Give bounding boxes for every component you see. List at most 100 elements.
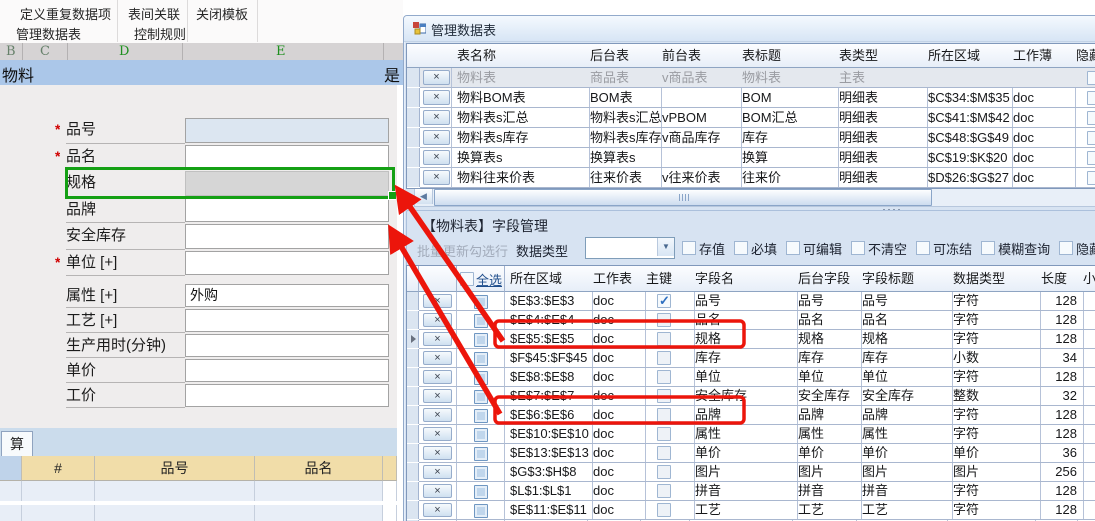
scrollbar-thumb[interactable] bbox=[434, 189, 932, 206]
field-row[interactable]: × bbox=[419, 444, 457, 463]
primary-key-checkbox[interactable] bbox=[657, 389, 671, 403]
delete-field-button[interactable]: × bbox=[423, 294, 452, 308]
row-select-checkbox[interactable] bbox=[474, 295, 488, 309]
form-field-input[interactable] bbox=[185, 384, 389, 407]
primary-key-checkbox[interactable] bbox=[657, 446, 671, 460]
delete-field-button[interactable]: × bbox=[423, 351, 452, 365]
batch-update-link[interactable]: 批量更新勾选行 bbox=[417, 241, 508, 260]
field-row[interactable]: × bbox=[419, 311, 457, 330]
form-field-input[interactable] bbox=[185, 359, 389, 382]
menu-item[interactable]: 控制规则 bbox=[134, 24, 186, 43]
form-field-input[interactable] bbox=[185, 145, 389, 170]
table-row[interactable]: × bbox=[420, 108, 452, 128]
subtable-empty-cell[interactable] bbox=[383, 481, 397, 501]
field-row[interactable]: × bbox=[419, 368, 457, 387]
primary-key-checkbox[interactable] bbox=[657, 313, 671, 327]
row-select-checkbox[interactable] bbox=[474, 371, 488, 385]
form-field-input[interactable] bbox=[185, 309, 389, 332]
checkbox-icon[interactable] bbox=[916, 241, 930, 255]
row-select-checkbox[interactable] bbox=[474, 447, 488, 461]
delete-field-button[interactable]: × bbox=[423, 370, 452, 384]
row-select-checkbox[interactable] bbox=[474, 409, 488, 423]
delete-row-button[interactable]: × bbox=[423, 90, 450, 105]
hidden-checkbox[interactable] bbox=[1087, 91, 1095, 105]
primary-key-checkbox[interactable] bbox=[657, 351, 671, 365]
subtable-tab[interactable]: 算 bbox=[1, 431, 33, 457]
primary-key-checkbox[interactable] bbox=[657, 294, 671, 308]
field-row[interactable]: × bbox=[419, 482, 457, 501]
delete-field-button[interactable]: × bbox=[423, 484, 452, 498]
dropdown-arrow-icon[interactable]: ▼ bbox=[657, 238, 674, 256]
select-all-checkbox[interactable] bbox=[460, 272, 474, 286]
checkbox-icon[interactable] bbox=[1059, 241, 1073, 255]
field-row[interactable]: × bbox=[419, 349, 457, 368]
row-select-checkbox[interactable] bbox=[474, 504, 488, 518]
delete-field-button[interactable]: × bbox=[423, 427, 452, 441]
hidden-checkbox[interactable] bbox=[1087, 131, 1095, 145]
option-checkbox-group[interactable]: 隐藏摘要 bbox=[1059, 239, 1095, 258]
horizontal-scrollbar[interactable]: ◀ bbox=[414, 188, 1095, 207]
select-all-link[interactable]: 全选 bbox=[476, 270, 502, 289]
option-checkbox-group[interactable]: 模糊查询 bbox=[981, 239, 1050, 258]
select-all-header[interactable]: 全选 bbox=[457, 266, 505, 292]
option-checkbox-group[interactable]: 可编辑 bbox=[786, 239, 842, 258]
form-field-input[interactable] bbox=[185, 334, 389, 357]
delete-row-button[interactable]: × bbox=[423, 150, 450, 165]
hidden-checkbox[interactable] bbox=[1087, 171, 1095, 185]
subtable-empty-cell[interactable] bbox=[0, 505, 22, 521]
row-select-checkbox[interactable] bbox=[474, 314, 488, 328]
subtable-empty-cell[interactable] bbox=[95, 481, 255, 501]
subtable-empty-cell[interactable] bbox=[383, 505, 397, 521]
primary-key-checkbox[interactable] bbox=[657, 370, 671, 384]
subtable-empty-cell[interactable] bbox=[0, 481, 22, 501]
primary-key-checkbox[interactable] bbox=[657, 465, 671, 479]
hidden-checkbox[interactable] bbox=[1087, 151, 1095, 165]
option-checkbox-group[interactable]: 可冻结 bbox=[916, 239, 972, 258]
column-letter[interactable]: C bbox=[40, 44, 50, 59]
menu-item[interactable]: 定义重复数据项 bbox=[20, 4, 111, 23]
subtable-empty-cell[interactable] bbox=[255, 481, 383, 501]
delete-field-button[interactable]: × bbox=[423, 446, 452, 460]
delete-field-button[interactable]: × bbox=[423, 313, 452, 327]
column-letter[interactable]: B bbox=[6, 44, 16, 59]
form-field-input[interactable] bbox=[185, 198, 389, 223]
delete-row-button[interactable]: × bbox=[423, 130, 450, 145]
subtable-empty-cell[interactable] bbox=[95, 505, 255, 521]
window-titlebar[interactable]: 管理数据表 bbox=[404, 16, 1095, 42]
checkbox-icon[interactable] bbox=[851, 241, 865, 255]
hidden-checkbox[interactable] bbox=[1087, 71, 1095, 85]
form-field-input[interactable] bbox=[185, 251, 389, 276]
menu-item[interactable]: 管理数据表 bbox=[16, 24, 81, 43]
form-field-input[interactable] bbox=[185, 118, 389, 143]
primary-key-checkbox[interactable] bbox=[657, 408, 671, 422]
field-row[interactable]: × bbox=[419, 463, 457, 482]
option-checkbox-group[interactable]: 存值 bbox=[682, 239, 725, 258]
primary-key-checkbox[interactable] bbox=[657, 427, 671, 441]
column-letter[interactable]: D bbox=[119, 44, 129, 59]
field-row[interactable]: × bbox=[419, 501, 457, 520]
field-row[interactable]: × bbox=[419, 406, 457, 425]
field-row[interactable]: × bbox=[419, 330, 457, 349]
delete-row-button[interactable]: × bbox=[423, 110, 450, 125]
excel-fill-handle[interactable] bbox=[388, 191, 397, 200]
row-select-checkbox[interactable] bbox=[474, 485, 488, 499]
menu-item[interactable]: 关闭模板 bbox=[196, 4, 248, 23]
subtable-empty-cell[interactable] bbox=[22, 481, 95, 501]
delete-row-button[interactable]: × bbox=[423, 70, 450, 85]
column-letter[interactable]: E bbox=[276, 44, 286, 59]
delete-field-button[interactable]: × bbox=[423, 332, 452, 346]
hidden-checkbox[interactable] bbox=[1087, 111, 1095, 125]
row-select-checkbox[interactable] bbox=[474, 466, 488, 480]
delete-row-button[interactable]: × bbox=[423, 170, 450, 185]
checkbox-icon[interactable] bbox=[786, 241, 800, 255]
table-row[interactable]: × bbox=[420, 168, 452, 188]
row-select-checkbox[interactable] bbox=[474, 428, 488, 442]
checkbox-icon[interactable] bbox=[682, 241, 696, 255]
subtable-empty-cell[interactable] bbox=[22, 505, 95, 521]
option-checkbox-group[interactable]: 不清空 bbox=[851, 239, 907, 258]
scroll-left-arrow[interactable]: ◀ bbox=[415, 189, 433, 204]
table-row[interactable]: × bbox=[420, 128, 452, 148]
delete-field-button[interactable]: × bbox=[423, 503, 452, 517]
menu-item[interactable]: 表间关联 bbox=[128, 4, 180, 23]
field-row[interactable]: × bbox=[419, 292, 457, 311]
